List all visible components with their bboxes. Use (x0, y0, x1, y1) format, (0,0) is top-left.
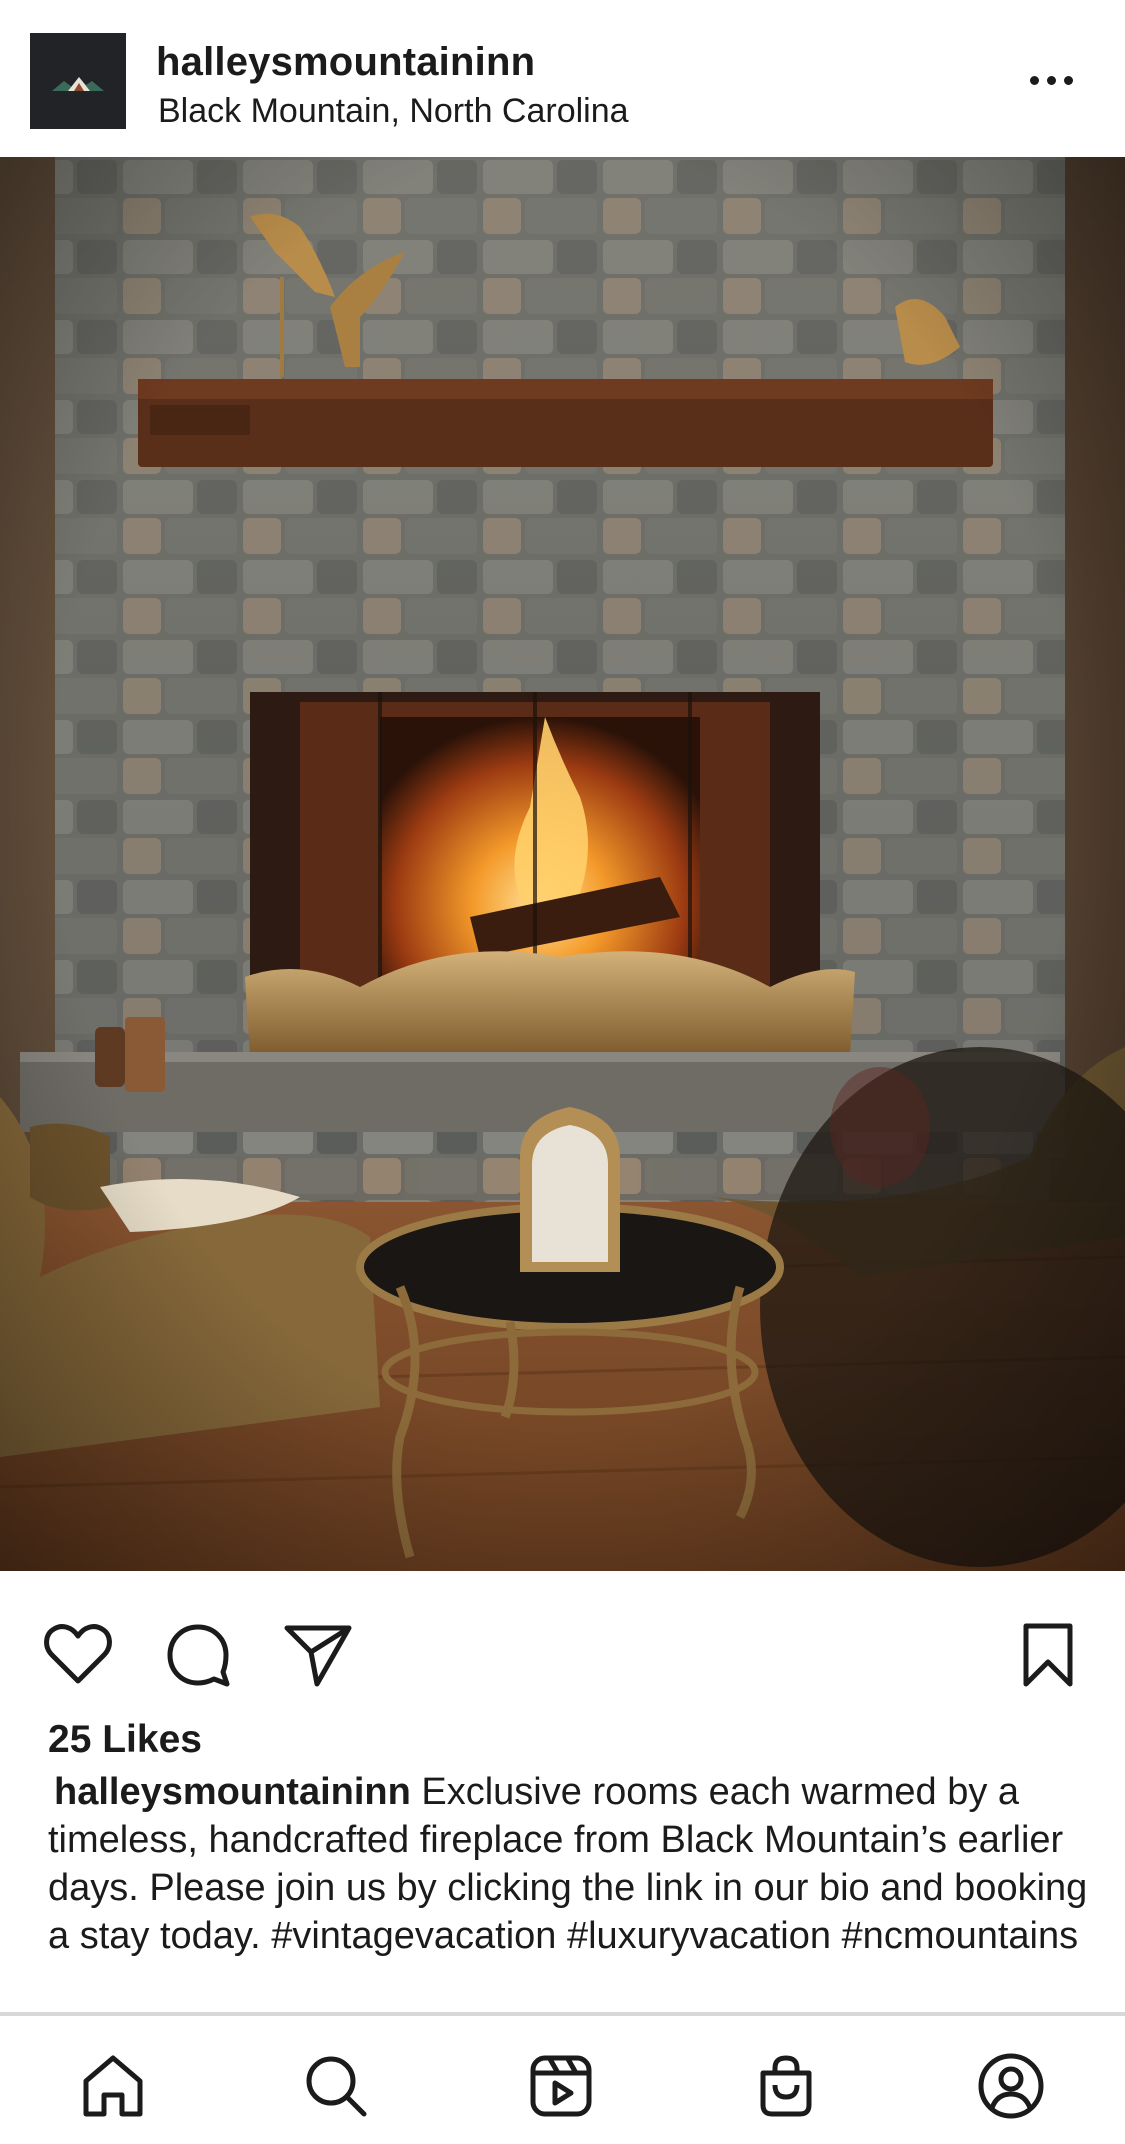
more-options-icon[interactable] (1021, 60, 1081, 100)
dot (1029, 75, 1039, 85)
profile-icon[interactable] (971, 2046, 1051, 2126)
post-image[interactable] (0, 157, 1125, 1571)
heart-icon[interactable] (38, 1615, 118, 1695)
caption-username[interactable]: halleysmountaininn (54, 1771, 411, 1813)
bottom-navigation (0, 2016, 1125, 2144)
shop-icon-svg (760, 2055, 812, 2117)
mountain-logo-icon (30, 33, 126, 129)
post-actions (0, 1571, 1125, 1731)
share-icon[interactable] (278, 1615, 358, 1695)
likes-count[interactable]: 25 Likes (48, 1718, 202, 1762)
bookmark-icon[interactable] (1008, 1615, 1088, 1695)
reels-icon-svg (530, 2055, 592, 2117)
fireplace-photo (0, 157, 1125, 1571)
home-icon[interactable] (73, 2046, 153, 2126)
comment-icon-svg (167, 1624, 230, 1687)
reels-icon[interactable] (521, 2046, 601, 2126)
bookmark-icon-svg (1023, 1623, 1073, 1687)
avatar[interactable] (30, 33, 126, 129)
post-location[interactable]: Black Mountain, North Carolina (158, 92, 629, 131)
dot (1046, 75, 1056, 85)
post-header: halleysmountaininn Black Mountain, North… (0, 0, 1125, 157)
search-icon[interactable] (296, 2046, 376, 2126)
home-icon-svg (83, 2055, 143, 2117)
shop-icon[interactable] (746, 2046, 826, 2126)
dot (1063, 75, 1073, 85)
search-icon-svg (306, 2056, 367, 2117)
share-icon-svg (284, 1625, 352, 1687)
profile-icon-svg (978, 2053, 1044, 2119)
post-caption: halleysmountaininn Exclusive rooms each … (48, 1768, 1088, 1960)
comment-icon[interactable] (158, 1615, 238, 1695)
post-username[interactable]: halleysmountaininn (156, 40, 535, 85)
heart-icon-svg (44, 1624, 112, 1684)
